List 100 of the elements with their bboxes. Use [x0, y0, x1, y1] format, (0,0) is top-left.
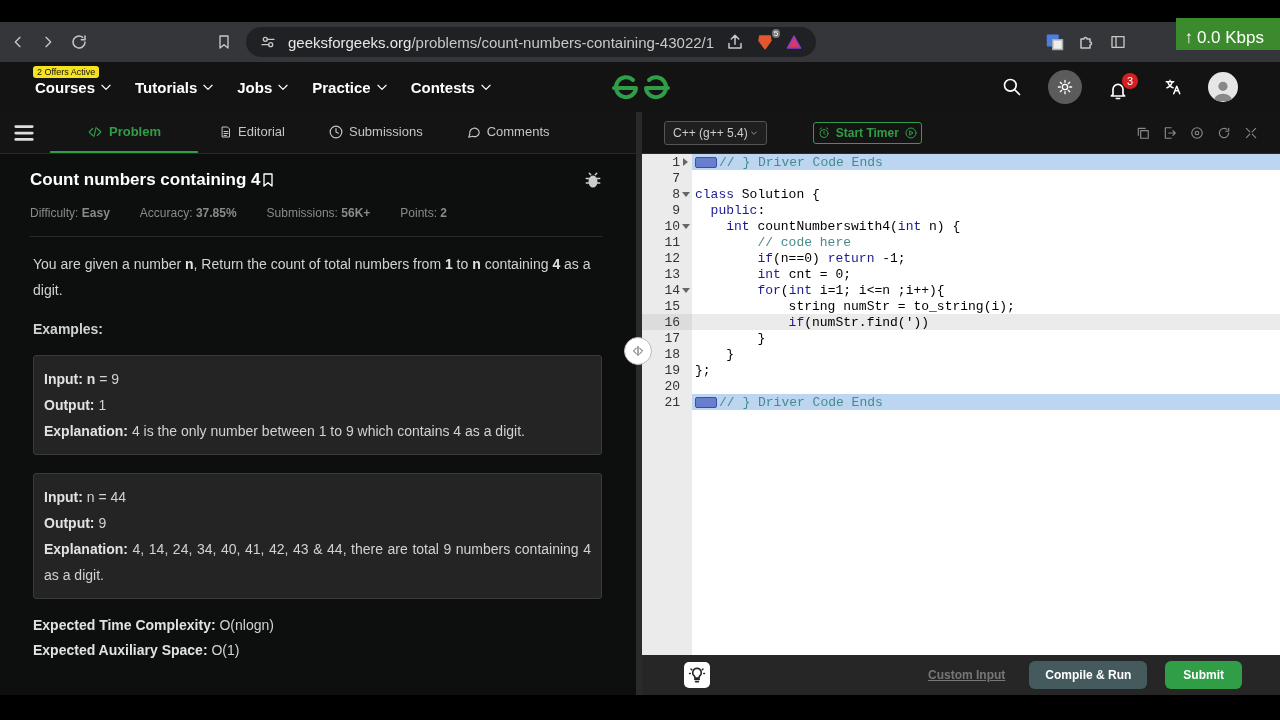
offer-badge: 2 Offers Active [33, 66, 100, 78]
line-number: 9 [672, 202, 680, 218]
code-line: }; [695, 362, 711, 378]
code-line: for(int i=1; i<=n ;i++){ [756, 282, 945, 298]
fold-marker[interactable] [695, 396, 717, 408]
line-number: 12 [664, 250, 680, 266]
nav-menu[interactable]: Contests [410, 78, 493, 96]
example-line: Output: 9 [44, 514, 108, 533]
complexity-text: Expected Time Complexity: O(nlogn) [33, 616, 275, 635]
theme-toggle[interactable] [1048, 70, 1082, 104]
fold-down-icon [682, 223, 690, 229]
play-icon [904, 126, 917, 139]
split-arrows-icon [631, 345, 645, 357]
address-bar[interactable]: geeksforgeeks.org/problems/count-numbers-containing-43022/1 5 [246, 27, 817, 57]
avatar[interactable] [1208, 72, 1238, 102]
logo-icon [610, 74, 672, 102]
line-number: 7 [672, 170, 680, 186]
copy-icon [1136, 125, 1150, 140]
line-number: 10 [664, 218, 680, 234]
example-line: Input: n = 9 [44, 370, 121, 389]
example-line: Explanation: 4 is the only number between 1 to 9 which contains 4 as a digit. [44, 422, 526, 441]
code-line: // } Driver Code Ends [719, 394, 883, 410]
code-line: class Solution { [695, 186, 820, 202]
line-number: 20 [664, 378, 680, 394]
search-icon [1002, 77, 1022, 97]
reset-icon [1217, 125, 1231, 140]
line-number: 19 [664, 362, 680, 378]
line-number: 15 [664, 298, 680, 314]
line-number: 17 [664, 330, 680, 346]
bookmark-icon [216, 33, 232, 51]
line-number: 13 [664, 266, 680, 282]
share-icon [726, 33, 745, 51]
example-line: Output: 1 [44, 396, 108, 415]
compile-run-button[interactable]: Compile & Run [1029, 661, 1148, 689]
tune-icon [260, 34, 276, 50]
problem-tab[interactable]: Problem [50, 112, 198, 153]
clock-icon [328, 124, 343, 139]
fullscreen-icon [1244, 125, 1258, 140]
upload-arrow: ↑ [1184, 28, 1193, 48]
lightbulb-icon [688, 666, 706, 684]
export-icon [1163, 125, 1177, 140]
bell-icon [1108, 81, 1128, 101]
example-line: Explanation: 4, 14, 24, 34, 40, 41, 42, 43 & 44, there are total 9 numbers containing 4 as a digit. [44, 540, 591, 585]
line-number: 14 [664, 282, 680, 298]
nav-menu[interactable]: Tutorials [135, 78, 216, 96]
nav-menu[interactable]: Practice [312, 78, 389, 96]
line-number: 21 [664, 394, 680, 410]
code-line: int cnt = 0; [756, 266, 852, 282]
problem-stat: Points: 2 [400, 206, 448, 220]
sun-icon [1057, 79, 1073, 95]
code-line: if(numStr.find(')) [787, 314, 930, 330]
bug-icon [584, 171, 602, 189]
problem-stat: Accuracy: 37.85% [139, 206, 237, 220]
code-line: string numStr = to_string(i); [787, 298, 1015, 314]
code-line: } [725, 346, 734, 362]
problem-stat: Submissions: 56K+ [266, 206, 371, 220]
line-number: 8 [672, 186, 680, 202]
notification-button[interactable]: 3 [1108, 73, 1138, 101]
reload-icon [70, 33, 88, 51]
line-number: 16 [664, 314, 680, 330]
code-line: if(n==0) return -1; [756, 250, 906, 266]
code-line: // code here [756, 234, 852, 250]
code-line: } [756, 330, 766, 346]
problem-tab[interactable]: Comments [444, 112, 572, 153]
code-line: public: [709, 202, 766, 218]
problem-tab[interactable]: Submissions [306, 112, 445, 153]
reload-button[interactable] [70, 33, 88, 51]
fold-marker[interactable] [695, 156, 717, 168]
notification-count: 3 [1122, 73, 1138, 89]
line-number: 1 [672, 154, 680, 170]
examples-heading: Examples: [32, 321, 105, 337]
problem-stat: Difficulty: Easy [30, 206, 110, 220]
code-line: int countNumberswith4(int n) { [725, 218, 961, 234]
code-line: // } Driver Code Ends [719, 154, 883, 170]
url-text: geeksforgeeks.org/problems/count-numbers-containing-43022/1 [288, 33, 715, 51]
example-line: Input: n = 44 [44, 488, 128, 507]
problem-title: Count numbers containing 4 [30, 170, 261, 190]
fold-down-icon [682, 191, 690, 197]
language-select[interactable]: C++ (g++ 5.4) [664, 120, 767, 145]
bookmark-button[interactable] [216, 33, 232, 51]
problem-description: You are given a number n, Return the count of total numbers from 1 to n containing 4 as a digit. [32, 255, 592, 300]
hint-button[interactable] [684, 662, 710, 688]
caret-icon [749, 128, 758, 137]
sidebar-icon [1110, 34, 1126, 50]
line-number: 18 [664, 346, 680, 362]
nav-menu[interactable]: Courses [35, 78, 114, 96]
start-timer-button[interactable]: Start Timer [812, 121, 922, 144]
complexity-text: Expected Auxiliary Space: O(1) [33, 641, 241, 660]
problem-tab[interactable]: Editorial [198, 112, 307, 153]
network-speed: 0.0 Kbps [1196, 28, 1264, 48]
fold-right-icon [682, 158, 688, 166]
line-number: 11 [664, 234, 680, 250]
nav-menu[interactable]: Jobs [237, 78, 291, 96]
report-bug-button[interactable] [584, 171, 602, 189]
shield-count: 5 [771, 29, 781, 38]
document-icon [220, 124, 232, 139]
code-icon [87, 124, 103, 139]
fold-down-icon [682, 287, 690, 293]
triangle-icon [786, 34, 803, 50]
alarm-icon [817, 126, 830, 139]
